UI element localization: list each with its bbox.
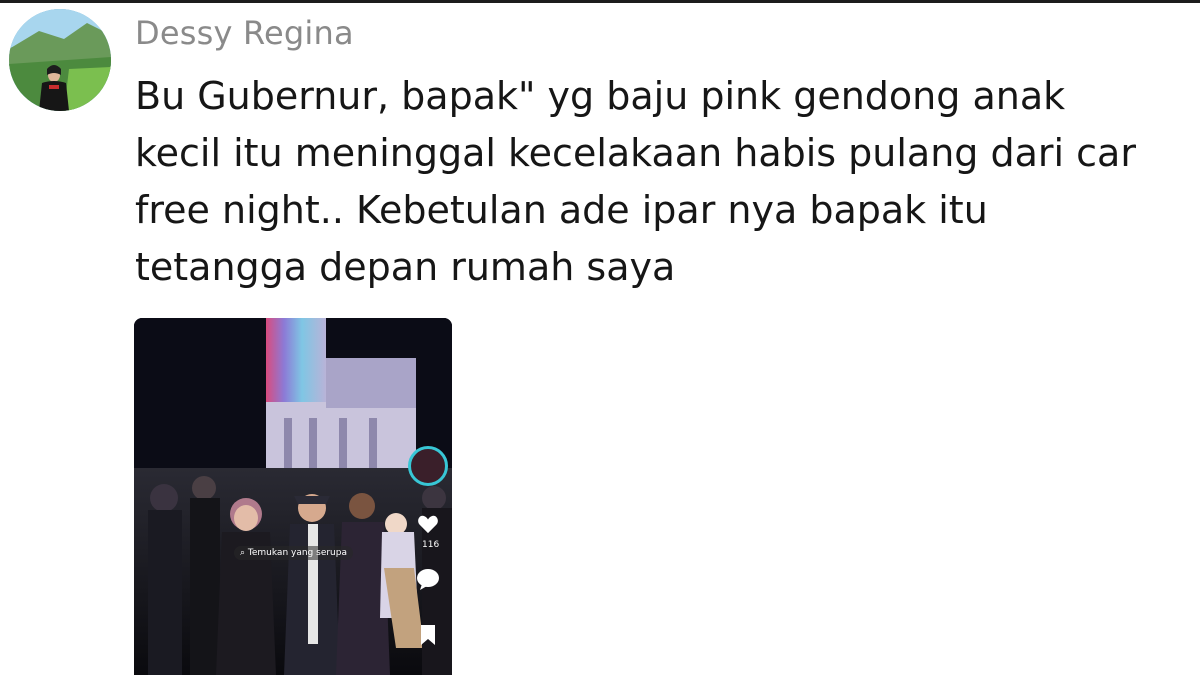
comment-username[interactable]: Dessy Regina xyxy=(135,14,354,52)
profile-avatar-icon[interactable] xyxy=(408,446,448,486)
bookmark-icon[interactable] xyxy=(420,624,436,646)
comment-icon[interactable] xyxy=(416,568,440,590)
search-icon: ⌕ xyxy=(240,548,248,558)
avatar[interactable] xyxy=(9,9,111,111)
comment-text-line: Bu Gubernur, bapak" yg baju pink gendong… xyxy=(135,74,1066,118)
comment-text-line: free night.. Kebetulan ade ipar nya bapa… xyxy=(135,188,988,232)
find-similar-text: Temukan yang serupa xyxy=(247,548,347,558)
avatar-photo xyxy=(9,9,111,111)
comment-text: Bu Gubernur, bapak" yg baju pink gendong… xyxy=(135,68,1185,296)
thumbnail-scene xyxy=(134,318,452,675)
heart-icon[interactable] xyxy=(417,514,439,534)
comment-text-line: tetangga depan rumah saya xyxy=(135,245,676,289)
attached-video-thumbnail[interactable]: 116 ⌕ Temukan yang serupa xyxy=(134,318,452,675)
comment-text-line: kecil itu meninggal kecelakaan habis pul… xyxy=(135,131,1136,175)
find-similar-label[interactable]: ⌕ Temukan yang serupa xyxy=(234,546,353,560)
comment-item: Dessy Regina Bu Gubernur, bapak" yg baju… xyxy=(0,0,1200,675)
like-count: 116 xyxy=(422,540,440,550)
